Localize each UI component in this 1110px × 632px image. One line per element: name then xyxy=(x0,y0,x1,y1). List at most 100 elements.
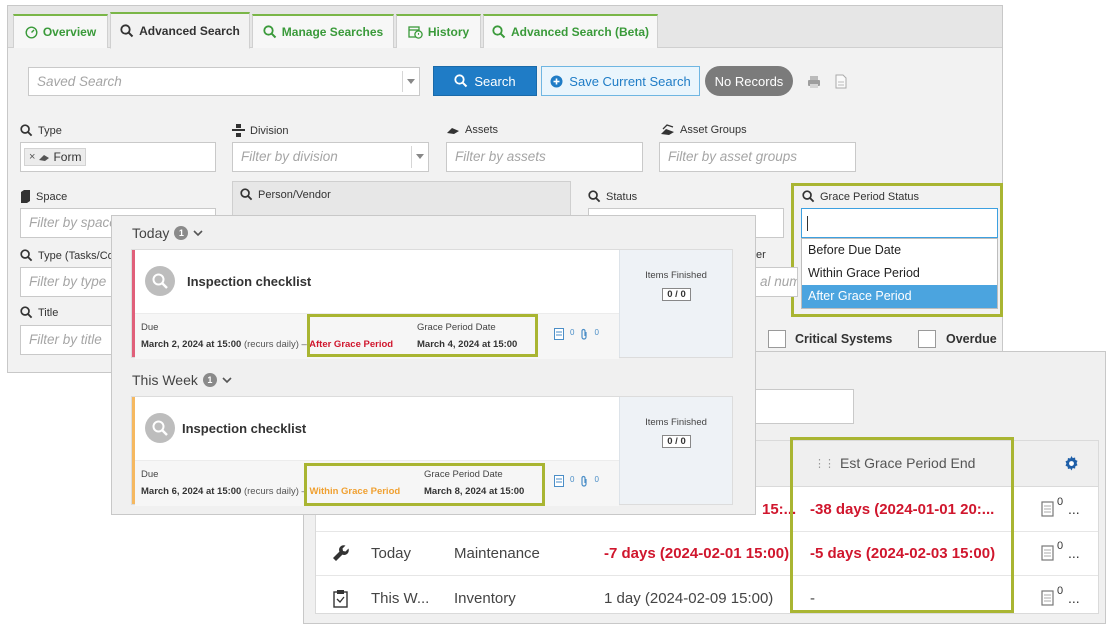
paperclip-icon[interactable] xyxy=(580,475,588,487)
notes-icon[interactable] xyxy=(554,328,564,340)
close-icon[interactable]: × xyxy=(29,151,35,163)
grace-status-input[interactable] xyxy=(801,208,998,238)
tab-history[interactable]: History xyxy=(396,14,481,48)
plus-circle-icon xyxy=(550,75,563,87)
division-placeholder: Filter by division xyxy=(241,149,338,164)
attachment-count: 0 xyxy=(594,475,599,484)
tab-advanced-search-beta[interactable]: Advanced Search (Beta) xyxy=(483,14,658,48)
notes-count: 0 xyxy=(570,475,575,484)
chevron-down-icon xyxy=(222,376,232,383)
notes-icon[interactable] xyxy=(1041,545,1054,561)
type-tasks-filter-label: Type (Tasks/Co xyxy=(20,249,114,262)
results-search-input[interactable] xyxy=(753,389,854,424)
wrench-icon xyxy=(333,545,349,561)
tab-advanced-search-beta-label: Advanced Search (Beta) xyxy=(510,25,650,39)
more-ellipsis[interactable]: ... xyxy=(1068,501,1080,517)
items-finished-panel: Items Finished 0 / 0 xyxy=(619,250,732,357)
notes-icon[interactable] xyxy=(1041,590,1054,606)
no-records-label: No Records xyxy=(714,73,784,89)
section-header-this-week[interactable]: This Week 1 xyxy=(132,372,232,388)
inspection-icon xyxy=(145,413,175,443)
section-header-today[interactable]: Today 1 xyxy=(132,225,203,241)
serial-placeholder: al numb xyxy=(760,274,797,289)
type-filter-label-text: Type xyxy=(38,124,62,137)
card-attachment-icons: 0 0 xyxy=(554,475,599,487)
inspection-icon xyxy=(145,266,175,296)
tab-history-label: History xyxy=(427,25,470,39)
items-finished-panel: Items Finished 0 / 0 xyxy=(619,397,732,504)
notes-icon[interactable] xyxy=(554,475,564,487)
saved-search-select[interactable]: Saved Search xyxy=(28,67,420,96)
notes-count: 0 xyxy=(1057,496,1064,508)
search-icon xyxy=(20,249,33,262)
tab-advanced-search[interactable]: Advanced Search xyxy=(110,12,250,49)
calendar-list-panel: Today 1 Inspection checklist Due March 2… xyxy=(111,215,756,515)
due-value: March 6, 2024 at 15:00 xyxy=(141,486,242,497)
notes-count: 0 xyxy=(1057,585,1064,597)
grace-option-within[interactable]: Within Grace Period xyxy=(802,262,997,285)
est-grace-column-highlight xyxy=(790,437,1014,613)
clipboard-icon xyxy=(333,590,348,608)
overdue-checkbox[interactable] xyxy=(918,330,936,348)
chevron-down-icon xyxy=(411,146,428,168)
grace-option-after[interactable]: After Grace Period xyxy=(802,285,997,308)
save-current-search-label: Save Current Search xyxy=(569,73,691,89)
asset-groups-placeholder: Filter by asset groups xyxy=(668,149,798,164)
grace-status-filter-label: Grace Period Status xyxy=(802,190,919,203)
section-title: This Week xyxy=(132,372,198,388)
no-records-button[interactable]: No Records xyxy=(705,66,793,96)
tab-overview-label: Overview xyxy=(42,25,97,39)
attachment-count: 0 xyxy=(594,328,599,337)
more-ellipsis[interactable]: ... xyxy=(1068,590,1080,606)
due-cell: 1 day (2024-02-09 15:00) xyxy=(604,590,774,607)
title-filter-label-text: Title xyxy=(38,306,59,319)
search-icon xyxy=(120,24,134,38)
print-icon[interactable] xyxy=(807,75,821,89)
gear-icon[interactable] xyxy=(1064,456,1079,471)
critical-systems-checkbox[interactable] xyxy=(768,330,786,348)
space-filter-label: Space xyxy=(20,190,67,203)
notes-icon[interactable] xyxy=(1041,501,1054,517)
division-filter-select[interactable]: Filter by division xyxy=(232,142,429,172)
asset-groups-filter-input[interactable]: Filter by asset groups xyxy=(659,142,856,172)
asset-groups-filter-label-text: Asset Groups xyxy=(680,124,747,136)
search-icon xyxy=(802,190,815,203)
items-finished-label: Items Finished xyxy=(645,417,707,428)
notes-count: 0 xyxy=(570,328,575,337)
save-current-search-button[interactable]: Save Current Search xyxy=(541,66,700,96)
recurs-note: (recurs daily) xyxy=(243,486,299,497)
due-label: Due xyxy=(141,469,159,480)
more-ellipsis[interactable]: ... xyxy=(1068,545,1080,561)
items-finished-label: Items Finished xyxy=(645,270,707,281)
search-button-label: Search xyxy=(474,73,516,89)
chevron-down-icon xyxy=(193,229,203,236)
type-cell: Inventory xyxy=(454,590,516,607)
person-vendor-filter-label-text: Person/Vendor xyxy=(258,188,331,201)
status-filter-label: Status xyxy=(588,190,637,203)
division-filter-label: Division xyxy=(232,124,289,137)
tab-manage-searches[interactable]: Manage Searches xyxy=(252,14,394,48)
saved-search-placeholder: Saved Search xyxy=(37,74,122,89)
card-title: Inspection checklist xyxy=(182,421,307,436)
due-cell: -7 days (2024-02-01 15:00) xyxy=(604,545,790,562)
tab-overview[interactable]: Overview xyxy=(13,14,108,48)
export-document-icon[interactable] xyxy=(835,74,847,89)
grace-option-before-due[interactable]: Before Due Date xyxy=(802,239,997,262)
space-book-icon xyxy=(21,190,30,203)
space-filter-label-text: Space xyxy=(36,190,68,203)
recurs-note: (recurs daily) xyxy=(243,339,299,350)
serial-filter-label-text: er xyxy=(756,249,766,261)
asset-groups-filter-label: Asset Groups xyxy=(660,124,747,136)
due-label: Due xyxy=(141,322,159,333)
space-placeholder: Filter by space xyxy=(29,215,117,230)
tab-advanced-search-label: Advanced Search xyxy=(139,24,240,38)
type-filter-label: Type xyxy=(20,124,62,137)
overdue-label: Overdue xyxy=(946,332,997,346)
paperclip-icon[interactable] xyxy=(580,328,588,340)
tab-manage-searches-label: Manage Searches xyxy=(281,25,384,39)
assets-filter-input[interactable]: Filter by assets xyxy=(446,142,643,172)
search-icon xyxy=(240,188,253,201)
person-vendor-filter-label: Person/Vendor xyxy=(240,188,331,201)
chevron-down-icon xyxy=(402,71,419,92)
search-button[interactable]: Search xyxy=(433,66,537,96)
